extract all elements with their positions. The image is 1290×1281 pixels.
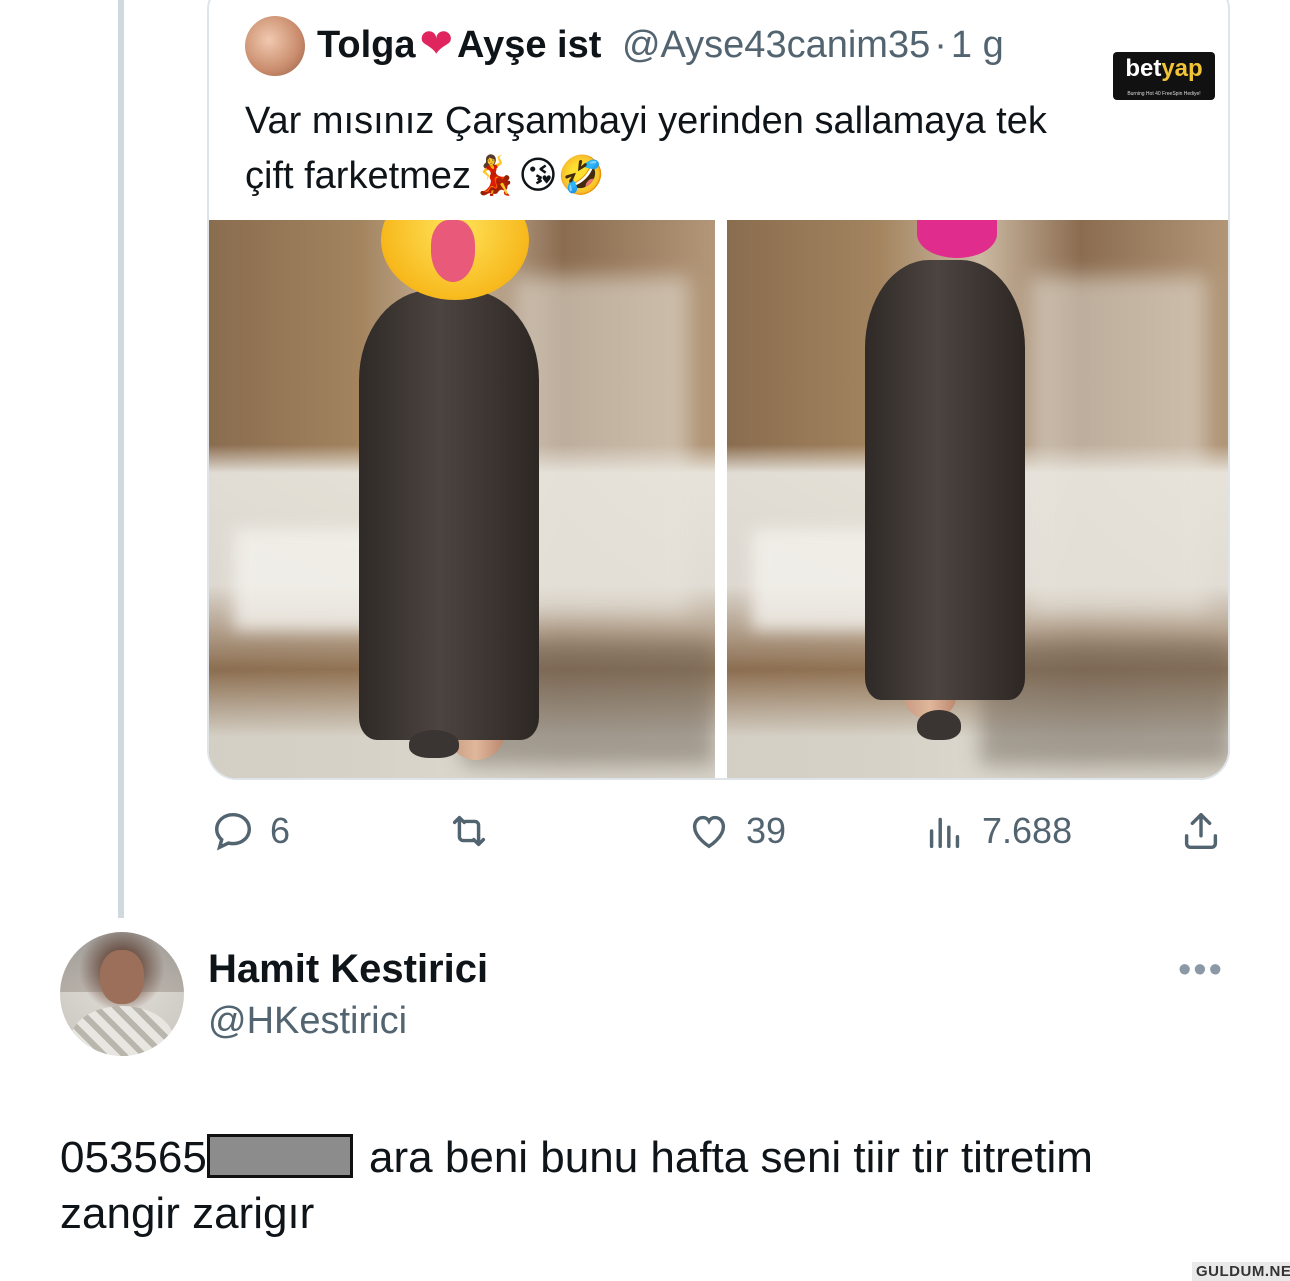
reply-tweet-text: 053565 ara beni bunu hafta seni tiir tir… <box>60 1130 1240 1242</box>
avatar-shirt <box>70 1006 174 1056</box>
repost-icon <box>452 815 486 847</box>
photo-blur-region <box>512 276 690 614</box>
emoji-tongue <box>431 220 475 282</box>
repost-action[interactable] <box>446 808 506 854</box>
thread-connector-line <box>118 0 124 918</box>
share-action[interactable] <box>1178 808 1224 854</box>
photo-figure-shoe <box>409 730 459 758</box>
photo-figure-dress <box>359 290 539 740</box>
text-emojis: 💃😘🤣 <box>470 155 606 197</box>
more-options-icon[interactable]: ••• <box>1178 951 1224 989</box>
reply-text-line2: zangir zarigır <box>60 1189 315 1238</box>
betyap-brand-a: bet <box>1125 55 1162 82</box>
views-action[interactable]: 7.688 <box>922 808 1072 854</box>
reply-author-name[interactable]: Hamit Kestirici <box>208 944 488 994</box>
photo-blur-region <box>1030 276 1207 614</box>
reply-action[interactable]: 6 <box>210 808 290 854</box>
site-watermark: GULDUM.NET <box>1192 1262 1290 1281</box>
analytics-icon <box>929 817 960 849</box>
quoted-tweet-header: Tolga ❤ Ayşe ist @Ayse43canim35 · 1 g <box>317 18 1004 71</box>
like-action[interactable]: 39 <box>686 808 786 854</box>
quoted-author-name[interactable]: Tolga <box>317 24 416 66</box>
separator-dot: · <box>934 24 947 66</box>
heart-icon <box>692 815 726 849</box>
like-count: 39 <box>746 810 787 851</box>
quoted-tweet-card[interactable]: Tolga ❤ Ayşe ist @Ayse43canim35 · 1 g betyap… <box>207 0 1230 780</box>
reply-text-rest: ara beni bunu hafta seni tiir tir titret… <box>356 1133 1093 1182</box>
share-icon <box>1184 812 1218 850</box>
avatar-head <box>100 950 144 1004</box>
reply-icon <box>214 812 252 851</box>
betyap-brand-b: yap <box>1161 55 1203 82</box>
quoted-text-line2: çift farketmez <box>245 155 471 197</box>
reply-count: 6 <box>270 810 291 851</box>
quoted-text-line1: Var mısınız Çarşambayi yerinden sallamay… <box>245 100 1047 142</box>
quoted-author-name-2[interactable]: Ayşe ist <box>457 24 601 66</box>
reply-author-avatar[interactable] <box>60 932 184 1056</box>
betyap-ad-badge[interactable]: betyap Burning Hot 40 FreeSpin Hediye! <box>1113 52 1215 100</box>
view-count: 7.688 <box>982 810 1073 851</box>
tweet-photo-right[interactable] <box>727 220 1228 778</box>
quoted-author-avatar[interactable] <box>245 16 305 76</box>
quoted-tweet-time[interactable]: 1 g <box>951 24 1004 66</box>
reply-author-handle[interactable]: @HKestirici <box>208 996 407 1046</box>
photo-figure-shoe <box>917 710 961 740</box>
photo-figure-dress <box>865 260 1025 700</box>
tweet-action-bar: 6 39 7.688 <box>0 808 1290 858</box>
tweet-photo-left[interactable] <box>209 220 715 778</box>
quoted-author-handle[interactable]: @Ayse43canim35 <box>622 24 930 66</box>
redaction-box <box>206 1134 353 1178</box>
quoted-tweet-text: Var mısınız Çarşambayi yerinden sallamay… <box>245 94 1205 204</box>
reply-text-prefix: 053565 <box>60 1133 207 1182</box>
heart-emoji-icon: ❤ <box>419 22 454 66</box>
